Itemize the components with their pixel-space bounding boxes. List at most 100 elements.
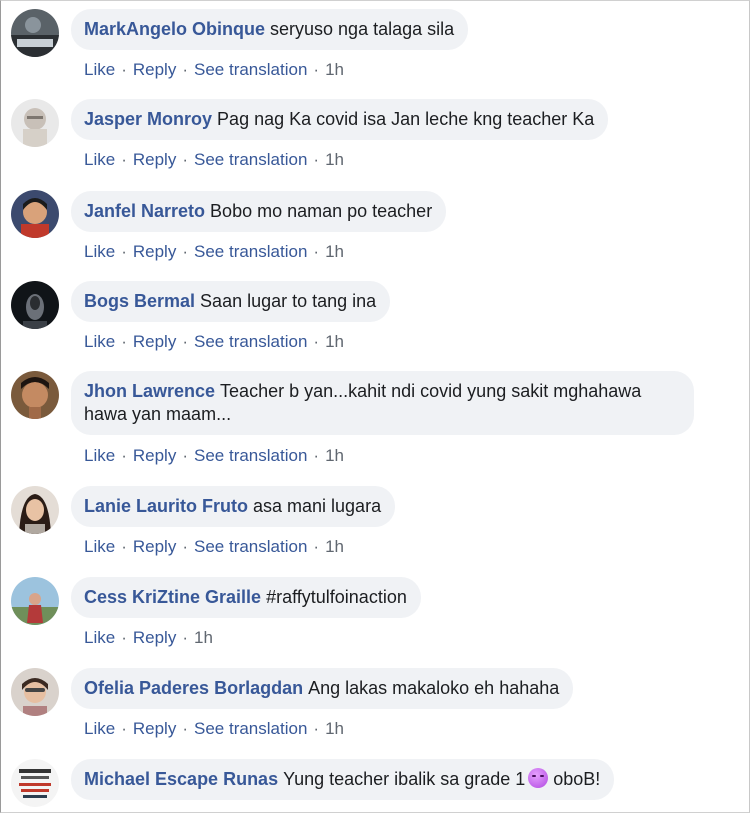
comment-text-suffix: oboB! (553, 769, 601, 789)
like-link[interactable]: Like (84, 628, 115, 647)
comment-actions: Like · Reply · See translation · 1h (84, 60, 344, 80)
comment-bubble: Jasper Monroy Pag nag Ka covid isa Jan le… (71, 99, 609, 140)
avatar[interactable] (11, 668, 59, 716)
reply-link[interactable]: Reply (133, 537, 176, 556)
comment-actions: Like · Reply · See translation · 1h (84, 446, 344, 466)
separator: · (313, 332, 320, 351)
avatar[interactable] (11, 281, 59, 329)
see-translation-link[interactable]: See translation (194, 537, 307, 556)
like-link[interactable]: Like (84, 537, 115, 556)
comment-author[interactable]: Jhon Lawrence (84, 381, 215, 401)
comment-bubble: Lanie Laurito Fruto asa mani lugara (71, 486, 396, 527)
comment-actions: Like · Reply · See translation · 1h (84, 242, 344, 262)
avatar[interactable] (11, 577, 59, 625)
comment-text: seryuso nga talaga sila (270, 19, 455, 39)
separator: · (121, 719, 127, 738)
separator: · (313, 719, 320, 738)
reply-link[interactable]: Reply (133, 332, 176, 351)
comment-author[interactable]: MarkAngelo Obinque (84, 19, 265, 39)
separator: · (182, 332, 188, 351)
separator: · (182, 537, 188, 556)
comment-timestamp[interactable]: 1h (325, 446, 344, 465)
separator: · (121, 537, 127, 556)
comment-actions: Like · Reply · 1h (84, 628, 213, 648)
comment-bubble: Janfel Narreto Bobo mo naman po teacher (71, 191, 447, 232)
separator: · (182, 446, 188, 465)
see-translation-link[interactable]: See translation (194, 719, 307, 738)
see-translation-link[interactable]: See translation (194, 446, 307, 465)
comment-text[interactable]: #raffytulfoinaction (266, 587, 407, 607)
separator: · (313, 537, 320, 556)
comment-author[interactable]: Cess KriZtine Graille (84, 587, 261, 607)
purple-face-emoji-icon (528, 768, 549, 788)
comment-timestamp[interactable]: 1h (325, 332, 344, 351)
separator: · (121, 150, 127, 169)
comment-timestamp[interactable]: 1h (325, 60, 344, 79)
comment-author[interactable]: Janfel Narreto (84, 201, 205, 221)
separator: · (182, 60, 188, 79)
comment-text: asa mani lugara (253, 496, 382, 516)
separator: · (313, 242, 320, 261)
comment-text: Saan lugar to tang ina (200, 291, 377, 311)
see-translation-link[interactable]: See translation (194, 60, 307, 79)
reply-link[interactable]: Reply (133, 719, 176, 738)
comment-actions: Like · Reply · See translation · 1h (84, 150, 344, 170)
comment-bubble: Michael Escape Runas Yung teacher ibalik … (71, 759, 615, 800)
see-translation-link[interactable]: See translation (194, 242, 307, 261)
separator: · (121, 332, 127, 351)
like-link[interactable]: Like (84, 60, 115, 79)
separator: · (182, 150, 188, 169)
reply-link[interactable]: Reply (133, 150, 176, 169)
comment-timestamp[interactable]: 1h (325, 150, 344, 169)
comment-bubble: MarkAngelo Obinque seryuso nga talaga sil… (71, 9, 469, 50)
avatar[interactable] (11, 486, 59, 534)
reply-link[interactable]: Reply (133, 446, 176, 465)
separator: · (121, 60, 127, 79)
comments-panel: MarkAngelo Obinque seryuso nga talaga sil… (0, 0, 750, 813)
comment-timestamp[interactable]: 1h (325, 537, 344, 556)
comment-author[interactable]: Jasper Monroy (84, 109, 212, 129)
comment-timestamp[interactable]: 1h (325, 242, 344, 261)
comment-text: Ang lakas makaloko eh hahaha (308, 678, 560, 698)
comment-actions: Like · Reply · See translation · 1h (84, 332, 344, 352)
reply-link[interactable]: Reply (133, 242, 176, 261)
comment-text: Bobo mo naman po teacher (210, 201, 433, 221)
avatar[interactable] (11, 759, 59, 807)
separator: · (182, 242, 188, 261)
separator: · (182, 719, 188, 738)
comment-author[interactable]: Michael Escape Runas (84, 769, 278, 789)
comment-author[interactable]: Lanie Laurito Fruto (84, 496, 248, 516)
comment-author[interactable]: Bogs Bermal (84, 291, 195, 311)
reply-link[interactable]: Reply (133, 628, 176, 647)
separator: · (313, 60, 320, 79)
like-link[interactable]: Like (84, 332, 115, 351)
comment-bubble: Cess KriZtine Graille #raffytulfoinaction (71, 577, 421, 618)
comment-bubble: Bogs Bermal Saan lugar to tang ina (71, 281, 391, 322)
separator: · (182, 628, 188, 647)
like-link[interactable]: Like (84, 719, 115, 738)
separator: · (121, 446, 127, 465)
comment-timestamp[interactable]: 1h (325, 719, 344, 738)
comment-actions: Like · Reply · See translation · 1h (84, 719, 344, 739)
see-translation-link[interactable]: See translation (194, 150, 307, 169)
comment-text: Pag nag Ka covid isa Jan leche kng teach… (217, 109, 595, 129)
comment-bubble: Jhon Lawrence Teacher b yan...kahit ndi c… (71, 371, 694, 435)
see-translation-link[interactable]: See translation (194, 332, 307, 351)
separator: · (313, 150, 320, 169)
avatar[interactable] (11, 190, 59, 238)
separator: · (313, 446, 320, 465)
like-link[interactable]: Like (84, 242, 115, 261)
reply-link[interactable]: Reply (133, 60, 176, 79)
avatar[interactable] (11, 371, 59, 419)
separator: · (121, 242, 127, 261)
comment-text: Yung teacher ibalik sa grade 1 (283, 769, 526, 789)
like-link[interactable]: Like (84, 150, 115, 169)
comment-actions: Like · Reply · See translation · 1h (84, 537, 344, 557)
comment-bubble: Ofelia Paderes Borlagdan Ang lakas makalo… (71, 668, 574, 709)
separator: · (121, 628, 127, 647)
avatar[interactable] (11, 99, 59, 147)
comment-timestamp[interactable]: 1h (194, 628, 213, 647)
comment-author[interactable]: Ofelia Paderes Borlagdan (84, 678, 303, 698)
like-link[interactable]: Like (84, 446, 115, 465)
avatar[interactable] (11, 9, 59, 57)
